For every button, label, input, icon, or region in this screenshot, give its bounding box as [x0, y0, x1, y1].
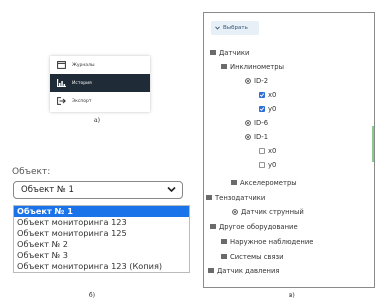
- object-dropdown-list: Объект № 1 Объект мониторинга 123 Объект…: [13, 205, 190, 273]
- tree-item-other-equipment[interactable]: Другое оборудование: [210, 221, 298, 232]
- tree-item-communication-systems[interactable]: Системы связи: [221, 251, 284, 262]
- object-select[interactable]: Объект № 1: [13, 181, 183, 199]
- checkbox-empty-icon[interactable]: [259, 147, 265, 154]
- folder-icon: [206, 195, 212, 200]
- scroll-indicator: [372, 126, 374, 162]
- menu-item-label: Экспорт: [72, 98, 92, 104]
- caption-b: б): [89, 292, 95, 299]
- select-button-label: Выбрать: [223, 25, 248, 31]
- tree-item-strain-gauges[interactable]: Тензодатчики: [206, 192, 265, 203]
- chevron-down-icon: [215, 26, 220, 30]
- dropdown-option[interactable]: Объект мониторинга 125: [14, 228, 189, 239]
- sensor-tree-panel: Выбрать Датчики Инклинометры ID-2 x0 y0 …: [203, 12, 375, 288]
- object-select-panel: Объект: Объект № 1 Объект № 1 Объект мон…: [8, 165, 190, 285]
- sensor-icon: [245, 77, 251, 84]
- dropdown-option[interactable]: Объект № 1: [14, 206, 189, 217]
- tree-item-label: Инклинометры: [230, 62, 284, 71]
- dropdown-option[interactable]: Объект мониторинга 123: [14, 217, 189, 228]
- tree-item-label: ID-1: [254, 132, 269, 141]
- tree-item-label: y0: [268, 160, 277, 169]
- navigation-menu: Журналы История Экспорт: [50, 56, 150, 112]
- menu-item-journals[interactable]: Журналы: [50, 56, 150, 74]
- journal-icon: [54, 61, 68, 69]
- checkbox-checked-icon[interactable]: [259, 91, 265, 98]
- tree-item-label: Датчик струнный: [241, 207, 304, 216]
- history-chart-icon: [54, 79, 68, 87]
- object-select-value: Объект № 1: [21, 185, 74, 195]
- caption-c: в): [289, 292, 295, 299]
- folder-icon: [210, 50, 216, 55]
- tree-item-label: ID-2: [254, 76, 269, 85]
- tree-item-label: ID-6: [254, 118, 269, 127]
- tree-item-label: Другое оборудование: [219, 222, 298, 231]
- object-label: Объект:: [12, 167, 51, 177]
- folder-icon: [221, 239, 227, 244]
- tree-item-pressure-sensor[interactable]: Датчик давления: [208, 265, 279, 276]
- tree-item-id1-y0[interactable]: y0: [259, 159, 276, 170]
- tree-item-label: Акселерометры: [240, 178, 297, 187]
- menu-item-export[interactable]: Экспорт: [50, 92, 150, 110]
- tree-item-id2-x0[interactable]: x0: [259, 89, 276, 100]
- menu-item-label: Журналы: [72, 62, 95, 68]
- tree-item-outdoor-surveillance[interactable]: Наружное наблюдение: [221, 236, 313, 247]
- tree-item-label: Датчик давления: [217, 266, 280, 275]
- tree-item-id2[interactable]: ID-2: [245, 75, 268, 86]
- tree-item-label: x0: [268, 90, 277, 99]
- caption-a: а): [94, 117, 100, 124]
- tree-item-string-sensor[interactable]: Датчик струнный: [232, 206, 304, 217]
- sensor-icon: [245, 119, 251, 126]
- export-icon: [54, 97, 68, 105]
- folder-icon: [231, 180, 237, 185]
- folder-icon: [210, 224, 216, 229]
- tree-item-id6[interactable]: ID-6: [245, 117, 268, 128]
- tree-item-label: Тензодатчики: [215, 193, 266, 202]
- folder-icon: [221, 64, 227, 69]
- tree-item-accelerometers[interactable]: Акселерометры: [231, 177, 297, 188]
- chevron-down-icon: [167, 186, 176, 196]
- tree-item-inclinometers[interactable]: Инклинометры: [221, 61, 284, 72]
- tree-item-sensors[interactable]: Датчики: [210, 47, 249, 58]
- folder-icon: [208, 268, 214, 273]
- tree-item-id2-y0[interactable]: y0: [259, 103, 276, 114]
- sensor-icon: [245, 133, 251, 140]
- folder-icon: [221, 254, 227, 259]
- checkbox-empty-icon[interactable]: [259, 161, 265, 168]
- tree-item-id1-x0[interactable]: x0: [259, 145, 276, 156]
- tree-item-label: Системы связи: [230, 252, 284, 261]
- tree-item-label: x0: [268, 146, 277, 155]
- tree-item-label: y0: [268, 104, 277, 113]
- menu-item-history[interactable]: История: [50, 74, 150, 92]
- menu-item-label: История: [72, 80, 92, 86]
- tree-item-label: Датчики: [219, 48, 250, 57]
- dropdown-option[interactable]: Объект № 2: [14, 239, 189, 250]
- sensor-icon: [232, 208, 238, 215]
- checkbox-checked-icon[interactable]: [259, 105, 265, 112]
- tree-item-label: Наружное наблюдение: [230, 237, 314, 246]
- select-button[interactable]: Выбрать: [211, 21, 259, 35]
- dropdown-option[interactable]: Объект № 3: [14, 250, 189, 261]
- dropdown-option[interactable]: Объект мониторинга 123 (Копия): [14, 261, 189, 272]
- tree-item-id1[interactable]: ID-1: [245, 131, 268, 142]
